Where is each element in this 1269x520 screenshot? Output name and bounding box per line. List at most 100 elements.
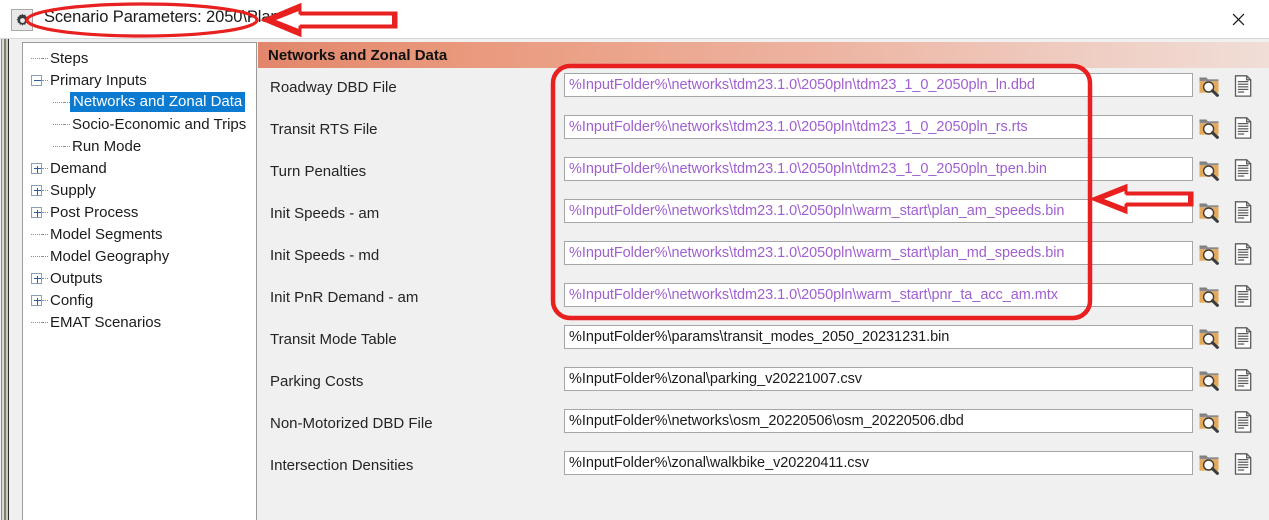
expand-icon[interactable] (31, 294, 42, 306)
file-path-input[interactable]: %InputFolder%\networks\tdm23.1.0\2050pln… (564, 241, 1193, 265)
setting-row: Parking Costs %InputFolder%\zonal\parking… (258, 362, 1269, 404)
sidebar-item-outputs[interactable]: Outputs (23, 267, 256, 289)
settings-content-panel: Networks and Zonal Data Roadway DBD File… (258, 42, 1269, 520)
file-path-input[interactable]: %InputFolder%\networks\tdm23.1.0\2050pln… (564, 283, 1193, 307)
sidebar-item-run-mode[interactable]: Run Mode (23, 135, 256, 157)
view-file-button[interactable] (1232, 326, 1256, 350)
view-file-button[interactable] (1232, 452, 1256, 476)
folder-search-icon (1199, 371, 1219, 391)
view-file-button[interactable] (1232, 116, 1256, 140)
view-file-button[interactable] (1232, 410, 1256, 434)
document-icon (1234, 117, 1252, 139)
sidebar-item-networks-and-zonal-data[interactable]: Networks and Zonal Data (23, 91, 256, 113)
folder-search-icon (1199, 203, 1219, 223)
setting-label: Parking Costs (270, 373, 364, 390)
document-icon (1234, 411, 1252, 433)
folder-search-icon (1199, 329, 1219, 349)
file-path-value: %InputFolder%\networks\tdm23.1.0\2050pln… (569, 161, 1047, 177)
browse-file-button[interactable] (1198, 368, 1222, 392)
setting-label: Roadway DBD File (270, 79, 397, 96)
view-file-button[interactable] (1232, 74, 1256, 98)
folder-search-icon (1199, 287, 1219, 307)
tree-connector (31, 255, 42, 257)
sidebar-item-emat-scenarios[interactable]: EMAT Scenarios (23, 311, 256, 333)
document-icon (1234, 201, 1252, 223)
sidebar-item-label: Model Segments (50, 225, 163, 243)
file-path-value: %InputFolder%\networks\osm_20220506\osm_… (569, 413, 964, 429)
sidebar-item-label: Demand (50, 159, 107, 177)
file-path-value: %InputFolder%\zonal\parking_v20221007.cs… (569, 371, 862, 387)
file-path-input[interactable]: %InputFolder%\zonal\walkbike_v20220411.c… (564, 451, 1193, 475)
file-path-input[interactable]: %InputFolder%\networks\osm_20220506\osm_… (564, 409, 1193, 433)
sidebar-item-label: Networks and Zonal Data (70, 92, 246, 112)
view-file-button[interactable] (1232, 284, 1256, 308)
sidebar-item-label: Steps (50, 49, 89, 67)
title-bar: Scenario Parameters: 2050\Plan (0, 0, 1269, 39)
tree-connector (31, 233, 42, 235)
sidebar-item-label: Run Mode (72, 137, 142, 155)
browse-file-button[interactable] (1198, 410, 1222, 434)
file-path-input[interactable]: %InputFolder%\zonal\parking_v20221007.cs… (564, 367, 1193, 391)
browse-file-button[interactable] (1198, 284, 1222, 308)
file-path-input[interactable]: %InputFolder%\networks\tdm23.1.0\2050pln… (564, 73, 1193, 97)
browse-file-button[interactable] (1198, 200, 1222, 224)
file-path-input[interactable]: %InputFolder%\params\transit_modes_2050_… (564, 325, 1193, 349)
file-path-value: %InputFolder%\zonal\walkbike_v20220411.c… (569, 455, 869, 471)
sidebar-item-primary-inputs[interactable]: Primary Inputs (23, 69, 256, 91)
close-button[interactable] (1215, 2, 1261, 36)
browse-file-button[interactable] (1198, 74, 1222, 98)
browse-file-button[interactable] (1198, 158, 1222, 182)
setting-row: Turn Penalties %InputFolder%\networks\tdm… (258, 152, 1269, 194)
scenario-parameters-window: Scenario Parameters: 2050\Plan Steps Prim… (0, 0, 1269, 520)
sidebar-item-model-segments[interactable]: Model Segments (23, 223, 256, 245)
browse-file-button[interactable] (1198, 452, 1222, 476)
setting-row: Intersection Densities %InputFolder%\zona… (258, 446, 1269, 488)
expand-icon[interactable] (31, 206, 42, 218)
sidebar-item-steps[interactable]: Steps (23, 47, 256, 69)
sidebar-item-demand[interactable]: Demand (23, 157, 256, 179)
document-icon (1234, 243, 1252, 265)
document-icon (1234, 369, 1252, 391)
browse-file-button[interactable] (1198, 242, 1222, 266)
setting-row: Init PnR Demand - am %InputFolder%\networ… (258, 278, 1269, 320)
file-path-value: %InputFolder%\networks\tdm23.1.0\2050pln… (569, 287, 1058, 303)
expand-icon[interactable] (31, 184, 42, 196)
setting-row: Transit Mode Table %InputFolder%\params\t… (258, 320, 1269, 362)
folder-search-icon (1199, 161, 1219, 181)
browse-file-button[interactable] (1198, 116, 1222, 140)
setting-row: Init Speeds - md %InputFolder%\networks\t… (258, 236, 1269, 278)
file-path-input[interactable]: %InputFolder%\networks\tdm23.1.0\2050pln… (564, 199, 1193, 223)
file-path-input[interactable]: %InputFolder%\networks\tdm23.1.0\2050pln… (564, 157, 1193, 181)
sidebar-item-supply[interactable]: Supply (23, 179, 256, 201)
setting-label: Intersection Densities (270, 457, 414, 474)
document-icon (1234, 453, 1252, 475)
sidebar-item-config[interactable]: Config (23, 289, 256, 311)
view-file-button[interactable] (1232, 368, 1256, 392)
tree-connector (31, 321, 42, 323)
view-file-button[interactable] (1232, 158, 1256, 182)
navigation-tree-panel[interactable]: Steps Primary Inputs Networks and Zonal Da… (22, 42, 257, 520)
tree-connector (53, 123, 64, 125)
document-icon (1234, 285, 1252, 307)
setting-row: Init Speeds - am %InputFolder%\networks\t… (258, 194, 1269, 236)
expand-icon[interactable] (31, 162, 42, 174)
document-icon (1234, 327, 1252, 349)
collapse-icon[interactable] (31, 74, 42, 86)
expand-icon[interactable] (31, 272, 42, 284)
setting-label: Turn Penalties (270, 163, 367, 180)
file-path-input[interactable]: %InputFolder%\networks\tdm23.1.0\2050pln… (564, 115, 1193, 139)
view-file-button[interactable] (1232, 242, 1256, 266)
setting-label: Init Speeds - am (270, 205, 380, 222)
section-header: Networks and Zonal Data (258, 42, 1269, 68)
sidebar-item-label: EMAT Scenarios (50, 313, 162, 331)
tree-connector (31, 57, 42, 59)
sidebar-item-model-geography[interactable]: Model Geography (23, 245, 256, 267)
sidebar-item-socio-economic-and-trips[interactable]: Socio-Economic and Trips (23, 113, 256, 135)
view-file-button[interactable] (1232, 200, 1256, 224)
window-edge-strip (0, 39, 9, 520)
tree-connector (53, 145, 64, 147)
tree-connector (53, 101, 64, 103)
sidebar-item-post-process[interactable]: Post Process (23, 201, 256, 223)
browse-file-button[interactable] (1198, 326, 1222, 350)
window-title: Scenario Parameters: 2050\Plan (44, 8, 280, 26)
